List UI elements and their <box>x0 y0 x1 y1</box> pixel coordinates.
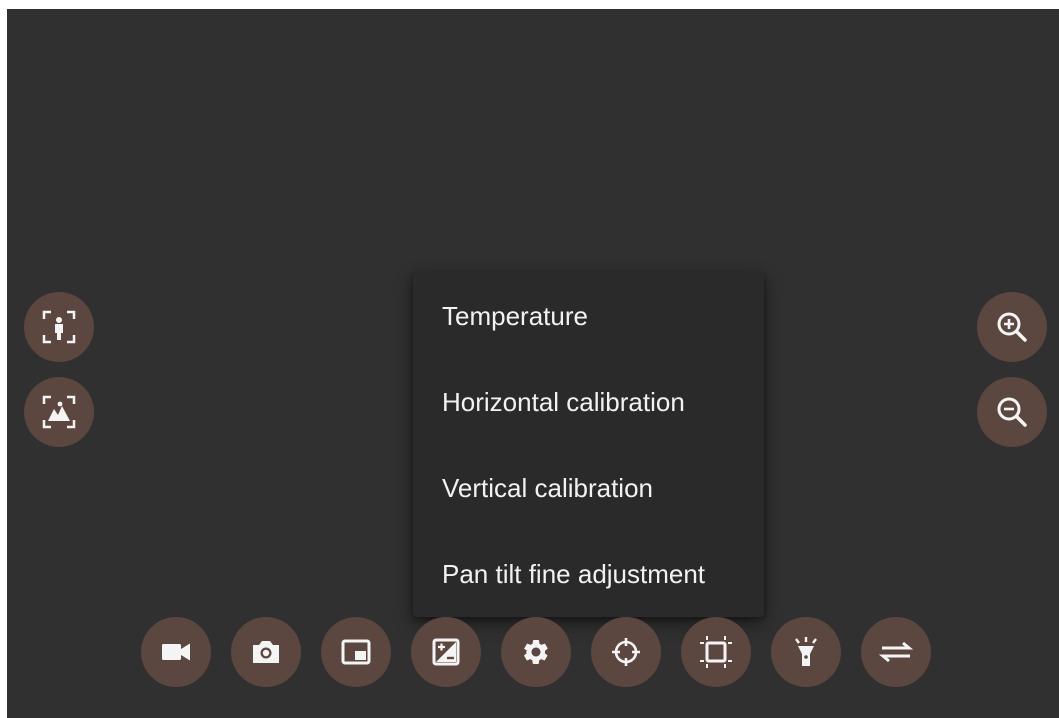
zoom-in-button[interactable] <box>977 292 1047 362</box>
settings-popup-menu: Temperature Horizontal calibration Verti… <box>413 273 764 617</box>
exposure-button[interactable] <box>411 617 481 687</box>
zoom-in-icon <box>997 312 1027 342</box>
portrait-mode-button[interactable] <box>24 292 94 362</box>
flashlight-icon <box>795 637 817 666</box>
settings-button[interactable] <box>501 617 571 687</box>
record-video-button[interactable] <box>141 617 211 687</box>
menu-item-temperature[interactable]: Temperature <box>413 273 764 359</box>
camera-viewport: Temperature Horizontal calibration Verti… <box>7 9 1059 718</box>
gear-icon <box>523 640 548 664</box>
take-photo-button[interactable] <box>231 617 301 687</box>
target-button[interactable] <box>591 617 661 687</box>
flashlight-button[interactable] <box>771 617 841 687</box>
swap-button[interactable] <box>861 617 931 687</box>
menu-item-vertical-calibration[interactable]: Vertical calibration <box>413 445 764 531</box>
frame-select-button[interactable] <box>681 617 751 687</box>
zoom-out-button[interactable] <box>977 377 1047 447</box>
picture-in-picture-button[interactable] <box>321 617 391 687</box>
portrait-frame-icon <box>42 310 76 344</box>
crosshair-icon <box>612 638 640 666</box>
menu-item-horizontal-calibration[interactable]: Horizontal calibration <box>413 359 764 445</box>
landscape-mode-button[interactable] <box>24 377 94 447</box>
swap-arrows-icon <box>878 641 914 663</box>
camera-icon <box>253 641 279 663</box>
exposure-icon <box>432 638 460 666</box>
video-camera-icon <box>162 643 190 661</box>
menu-item-pan-tilt-fine-adjustment[interactable]: Pan tilt fine adjustment <box>413 531 764 617</box>
landscape-frame-icon <box>42 395 76 429</box>
picture-in-picture-icon <box>341 639 371 665</box>
crop-frame-icon <box>700 636 732 668</box>
zoom-out-icon <box>997 397 1027 427</box>
